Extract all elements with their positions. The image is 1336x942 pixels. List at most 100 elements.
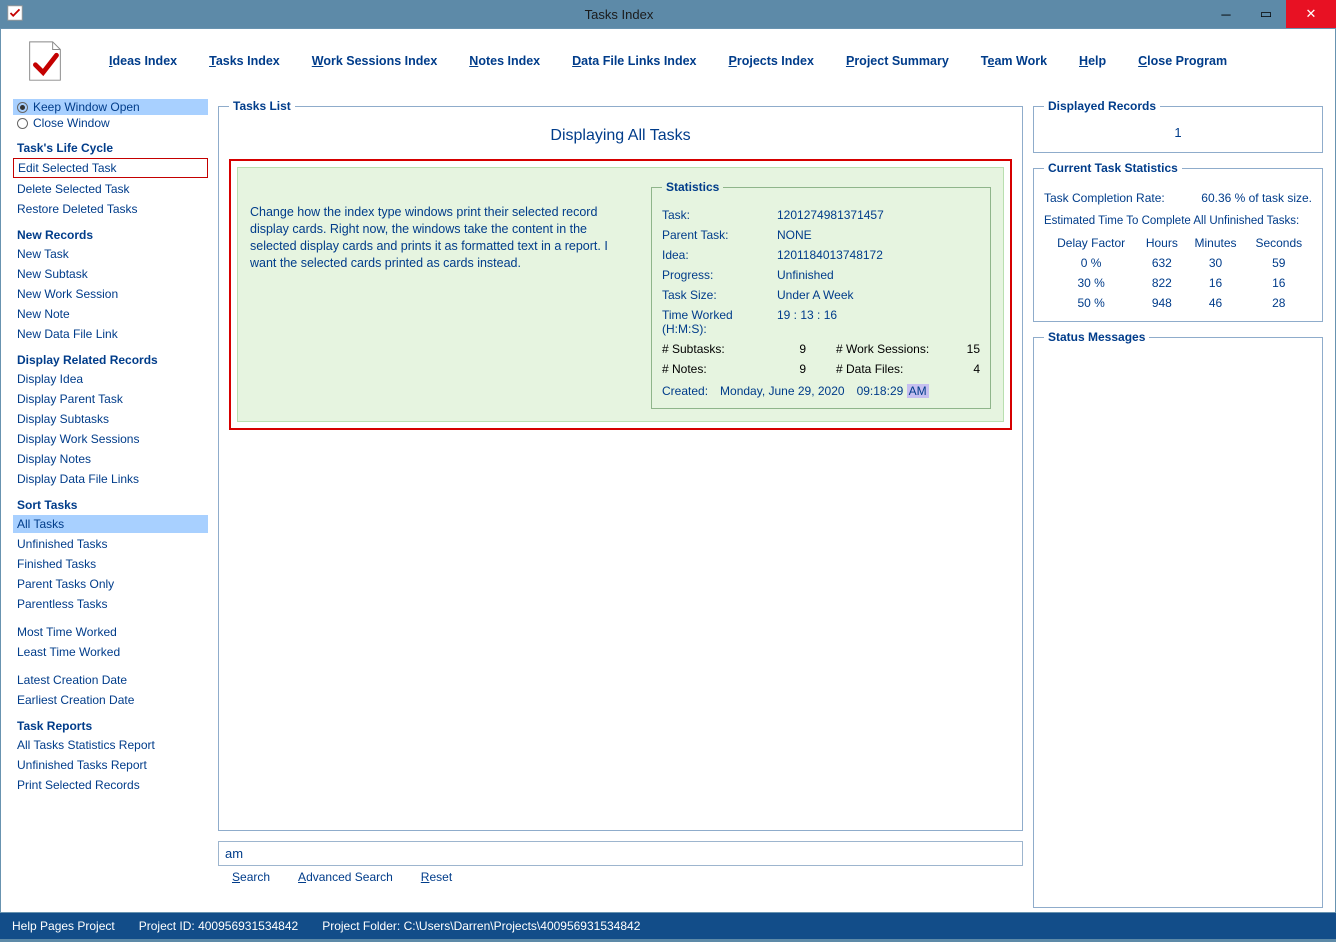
sidebar: Keep Window Open Close Window Task's Lif… [13, 99, 208, 908]
stat-parent-task: NONE [777, 228, 812, 242]
minimize-button[interactable]: ─ [1206, 0, 1246, 28]
menu-notes-index[interactable]: Notes Index [469, 54, 540, 68]
sidebar-item-new-data-file-link[interactable]: New Data File Link [13, 325, 208, 343]
tasks-list-panel: Tasks List Displaying All Tasks Change h… [218, 99, 1023, 831]
estimate-table: Delay Factor Hours Minutes Seconds 0 %63… [1044, 233, 1312, 313]
task-card-highlight: Change how the index type windows print … [229, 159, 1012, 430]
stat-label: # Notes: [662, 362, 776, 376]
stat-created-date: Monday, June 29, 2020 [720, 384, 845, 398]
stat-work-sessions: 15 [950, 342, 980, 356]
close-window-radio[interactable]: Close Window [13, 115, 208, 131]
menu-work-sessions-index[interactable]: Work Sessions Index [312, 54, 438, 68]
stat-label: Parent Task: [662, 228, 777, 242]
sidebar-item-most-time-worked[interactable]: Most Time Worked [13, 623, 208, 641]
link-text: dvanced Search [306, 870, 393, 884]
close-button[interactable]: ✕ [1286, 0, 1336, 28]
sidebar-item-least-time-worked[interactable]: Least Time Worked [13, 643, 208, 661]
menu-data-file-links-index[interactable]: Data File Links Index [572, 54, 696, 68]
sidebar-item-earliest-creation-date[interactable]: Earliest Creation Date [13, 691, 208, 709]
radio-label: Keep Window Open [33, 100, 140, 114]
sidebar-item-finished-tasks[interactable]: Finished Tasks [13, 555, 208, 573]
sidebar-item-edit-selected-task[interactable]: Edit Selected Task [13, 158, 208, 178]
stat-notes: 9 [776, 362, 806, 376]
cell-hours: 632 [1138, 253, 1185, 273]
sidebar-item-print-selected-records[interactable]: Print Selected Records [13, 776, 208, 794]
sidebar-heading: Sort Tasks [17, 498, 208, 512]
menu-projects-index[interactable]: Projects Index [729, 54, 814, 68]
cell-seconds: 59 [1246, 253, 1312, 273]
stat-label: # Work Sessions: [836, 342, 950, 356]
menu-ideas-index[interactable]: Ideas Index [109, 54, 177, 68]
logo-icon [21, 37, 69, 85]
sidebar-item-display-notes[interactable]: Display Notes [13, 450, 208, 468]
stat-time-worked: 19 : 13 : 16 [777, 308, 837, 322]
search-link[interactable]: Search [232, 870, 270, 884]
radio-empty-icon [17, 118, 28, 129]
sidebar-item-new-work-session[interactable]: New Work Session [13, 285, 208, 303]
stat-label: Progress: [662, 268, 777, 282]
cell-delay: 0 % [1044, 253, 1138, 273]
status-project-id: Project ID: 400956931534842 [139, 919, 298, 933]
displayed-count: 1 [1044, 121, 1312, 144]
menubar: Ideas Index Tasks Index Work Sessions Inde… [1, 29, 1335, 91]
stat-subtasks: 9 [776, 342, 806, 356]
table-row: 30 %8221616 [1044, 273, 1312, 293]
col-seconds: Seconds [1246, 233, 1312, 253]
sidebar-item-all-tasks[interactable]: All Tasks [13, 515, 208, 533]
sidebar-item-display-data-file-links[interactable]: Display Data File Links [13, 470, 208, 488]
reset-link[interactable]: Reset [421, 870, 452, 884]
sidebar-item-display-parent-task[interactable]: Display Parent Task [13, 390, 208, 408]
advanced-search-link[interactable]: Advanced Search [298, 870, 393, 884]
sidebar-item-restore-deleted-tasks[interactable]: Restore Deleted Tasks [13, 200, 208, 218]
stat-label: Task Completion Rate: [1044, 191, 1201, 205]
window-title: Tasks Index [32, 7, 1206, 22]
stat-label: Time Worked (H:M:S): [662, 308, 777, 336]
sidebar-item-unfinished-tasks-report[interactable]: Unfinished Tasks Report [13, 756, 208, 774]
status-messages-panel: Status Messages [1033, 330, 1323, 908]
stat-label: # Data Files: [836, 362, 950, 376]
current-task-statistics-panel: Current Task Statistics Task Completion … [1033, 161, 1323, 322]
panel-legend: Current Task Statistics [1044, 161, 1182, 175]
cell-delay: 30 % [1044, 273, 1138, 293]
sidebar-item-unfinished-tasks[interactable]: Unfinished Tasks [13, 535, 208, 553]
stat-task-size: Under A Week [777, 288, 854, 302]
task-card[interactable]: Change how the index type windows print … [237, 167, 1004, 422]
task-description: Change how the index type windows print … [250, 180, 637, 409]
sidebar-item-new-note[interactable]: New Note [13, 305, 208, 323]
sidebar-item-delete-selected-task[interactable]: Delete Selected Task [13, 180, 208, 198]
menu-team-work[interactable]: Team Work [981, 54, 1047, 68]
menu-tasks-index[interactable]: Tasks Index [209, 54, 280, 68]
col-hours: Hours [1138, 233, 1185, 253]
panel-legend: Status Messages [1044, 330, 1149, 344]
status-help-project[interactable]: Help Pages Project [12, 919, 115, 933]
sidebar-item-parentless-tasks[interactable]: Parentless Tasks [13, 595, 208, 613]
keep-window-open-radio[interactable]: Keep Window Open [13, 99, 208, 115]
cell-hours: 948 [1138, 293, 1185, 313]
cell-seconds: 28 [1246, 293, 1312, 313]
sidebar-item-parent-tasks-only[interactable]: Parent Tasks Only [13, 575, 208, 593]
sidebar-item-display-subtasks[interactable]: Display Subtasks [13, 410, 208, 428]
sidebar-item-new-task[interactable]: New Task [13, 245, 208, 263]
menu-help[interactable]: Help [1079, 54, 1106, 68]
menu-close-program[interactable]: Close Program [1138, 54, 1227, 68]
menu-project-summary[interactable]: Project Summary [846, 54, 949, 68]
sidebar-item-all-tasks-statistics-report[interactable]: All Tasks Statistics Report [13, 736, 208, 754]
cell-hours: 822 [1138, 273, 1185, 293]
cell-minutes: 16 [1185, 273, 1245, 293]
maximize-button[interactable]: ▭ [1246, 0, 1286, 28]
cell-delay: 50 % [1044, 293, 1138, 313]
stat-label: Task: [662, 208, 777, 222]
sidebar-item-display-work-sessions[interactable]: Display Work Sessions [13, 430, 208, 448]
sidebar-item-new-subtask[interactable]: New Subtask [13, 265, 208, 283]
search-input[interactable] [218, 841, 1023, 866]
stat-progress: Unfinished [777, 268, 834, 282]
main-area: Tasks List Displaying All Tasks Change h… [218, 99, 1023, 908]
sidebar-item-latest-creation-date[interactable]: Latest Creation Date [13, 671, 208, 689]
stat-label: Idea: [662, 248, 777, 262]
statistics-legend: Statistics [662, 180, 723, 194]
sidebar-heading: Display Related Records [17, 353, 208, 367]
sidebar-item-display-idea[interactable]: Display Idea [13, 370, 208, 388]
cell-minutes: 46 [1185, 293, 1245, 313]
table-row: 50 %9484628 [1044, 293, 1312, 313]
panel-legend: Displayed Records [1044, 99, 1160, 113]
